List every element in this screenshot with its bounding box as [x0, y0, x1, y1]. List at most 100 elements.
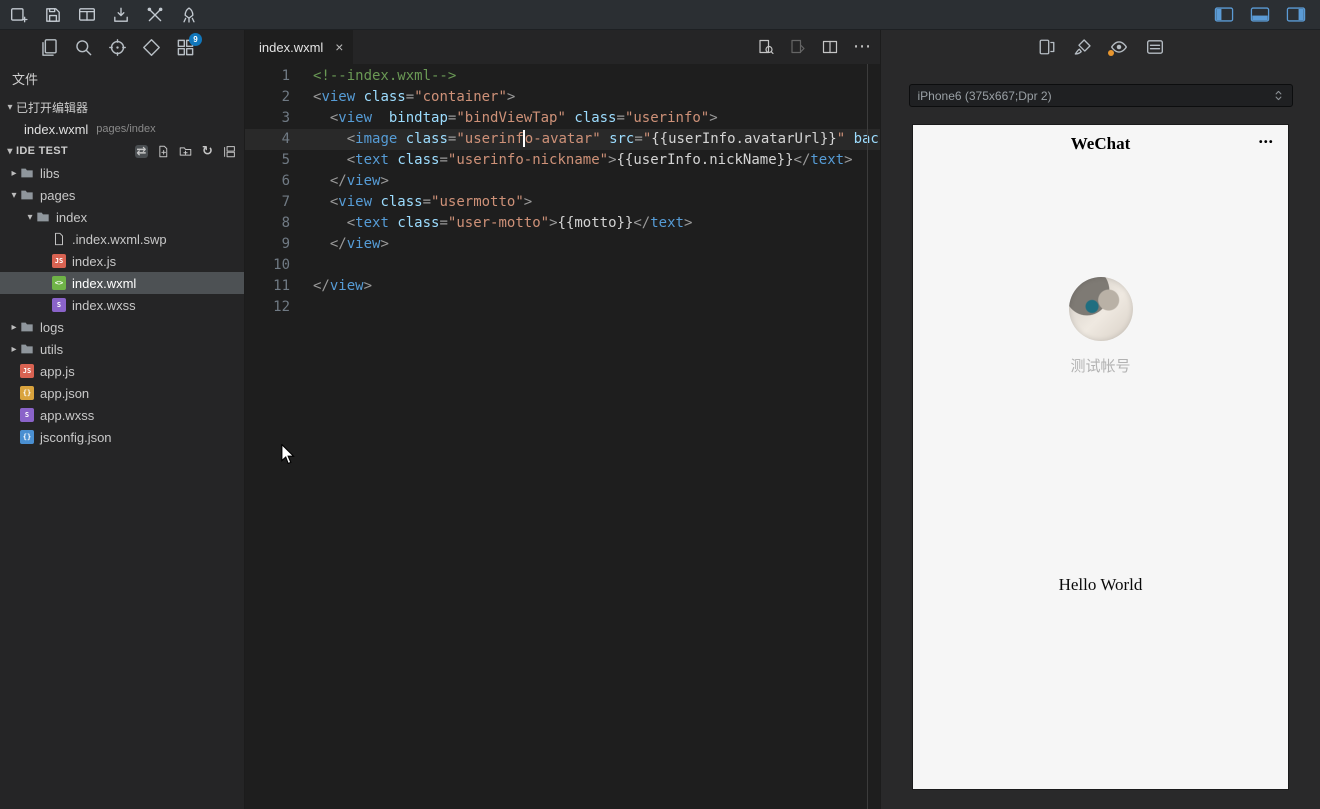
folder-icon — [20, 342, 34, 356]
line-number: 4 — [281, 131, 290, 147]
code-line[interactable]: 3 <view bindtap="bindViewTap" class="use… — [245, 108, 880, 129]
tree-item-label: app.json — [40, 385, 90, 401]
scope-icon[interactable] — [108, 38, 127, 57]
code-text: <view class="container"> — [313, 89, 516, 105]
search-icon[interactable] — [74, 38, 93, 57]
tree-item-pages[interactable]: ▾ pages — [0, 184, 244, 206]
editor-scrollbar[interactable] — [867, 64, 880, 809]
new-file-icon[interactable] — [157, 145, 170, 158]
tree-item-label: index.wxml — [72, 275, 137, 291]
code-line[interactable]: 1 <!--index.wxml--> — [245, 66, 880, 87]
file-icon-wxss: S — [52, 298, 66, 312]
file-icon-wxml: <> — [52, 276, 66, 290]
code-line[interactable]: 7 <view class="usermotto"> — [245, 192, 880, 213]
select-arrows-icon — [1273, 89, 1284, 102]
tree-item-index-wxss[interactable]: Sindex.wxss — [0, 294, 244, 316]
folder-icon — [36, 210, 50, 224]
file-tree: ▸ libs ▾ pages ▾ index .index.wxml.swp JS index.… — [0, 162, 244, 448]
code-line[interactable]: 11 </view> — [245, 276, 880, 297]
line-number: 1 — [281, 68, 290, 84]
user-avatar[interactable] — [1068, 277, 1133, 341]
tree-item-index[interactable]: ▾ index — [0, 206, 244, 228]
explorer-actions: ⇄ ↻ — [135, 144, 236, 158]
layout-toggle-icons — [1214, 7, 1320, 22]
extensions-badge: 9 — [189, 32, 202, 46]
user-nickname[interactable]: 测试帐号 — [913, 355, 1288, 376]
open-editor-name: index.wxml — [24, 121, 89, 137]
new-project-icon[interactable] — [10, 6, 28, 24]
split-editor-icon[interactable] — [822, 39, 838, 55]
page-title: WeChat — [1070, 134, 1131, 153]
toggle-panel-icon[interactable] — [1250, 7, 1270, 22]
console-icon[interactable] — [1146, 38, 1164, 56]
project-label: IDE TEST — [16, 145, 68, 157]
tree-item-label: app.wxss — [40, 407, 95, 423]
download-icon[interactable] — [112, 6, 130, 24]
line-number: 6 — [281, 173, 290, 189]
toggle-sidebar-icon[interactable] — [1214, 7, 1234, 22]
pages-icon[interactable] — [40, 38, 59, 57]
close-icon[interactable]: × — [335, 39, 343, 55]
tree-item-index-js[interactable]: JS index.js — [0, 250, 244, 272]
more-icon[interactable]: ⋯ — [853, 38, 871, 56]
tree-item-jsconfig-json[interactable]: {} jsconfig.json — [0, 426, 244, 448]
tree-item-libs[interactable]: ▸ libs — [0, 162, 244, 184]
tree-item-app-json[interactable]: {} app.json — [0, 382, 244, 404]
chevron-down-icon: ▾ — [27, 211, 33, 223]
tools-icon[interactable] — [146, 6, 164, 24]
code-line[interactable]: 9 </view> — [245, 234, 880, 255]
code-text: </view> — [329, 173, 389, 189]
source-control-icon[interactable] — [142, 38, 161, 57]
simulator-panel: iPhone6 (375x667;Dpr 2) WeChat ••• 测试帐号 … — [880, 30, 1320, 809]
code-line[interactable]: 2 <view class="container"> — [245, 87, 880, 108]
device-selector[interactable]: iPhone6 (375x667;Dpr 2) — [908, 84, 1293, 107]
tree-item-index-wxml-swp[interactable]: .index.wxml.swp — [0, 228, 244, 250]
file-icon-swp — [52, 232, 66, 246]
line-number: 5 — [281, 152, 290, 168]
tree-item-app-js[interactable]: JS app.js — [0, 360, 244, 382]
sidebar: 9 文件 ▾ 已打开编辑器 index.wxml pages/index ▾ I… — [0, 30, 245, 809]
code-line[interactable]: 4 <image class="userinfo-avatar" src="{{… — [245, 129, 880, 150]
sync-icon[interactable]: ⇄ — [135, 144, 148, 158]
refresh-icon[interactable]: ↻ — [201, 145, 214, 158]
extensions-icon[interactable]: 9 — [176, 32, 202, 57]
editor-actions: ⋯ — [758, 30, 880, 64]
chevron-right-icon: ▸ — [11, 167, 17, 179]
line-number: 12 — [273, 299, 290, 315]
open-editors-header[interactable]: ▾ 已打开编辑器 — [0, 96, 244, 118]
tree-item-app-wxss[interactable]: Sapp.wxss — [0, 404, 244, 426]
code-text: <text class="user-motto">{{motto}}</text… — [346, 215, 693, 231]
tree-item-logs[interactable]: ▸ logs — [0, 316, 244, 338]
new-folder-icon[interactable] — [179, 145, 192, 158]
tab-index-wxml[interactable]: index.wxml × — [245, 30, 354, 64]
code-text: <view class="usermotto"> — [329, 194, 533, 210]
code-line[interactable]: 12 — [245, 297, 880, 318]
more-menu[interactable]: ••• — [1259, 137, 1274, 148]
window-preview-icon[interactable] — [78, 6, 96, 24]
open-editor-item[interactable]: index.wxml pages/index — [0, 118, 244, 140]
chevron-down-icon: ▾ — [7, 145, 13, 157]
open-preview-icon[interactable] — [758, 39, 774, 55]
tree-item-index-wxml[interactable]: <> index.wxml — [0, 272, 244, 294]
editor: index.wxml × ⋯ 1 <!--index.wxml--> 2 <view … — [245, 30, 880, 809]
deploy-icon[interactable] — [180, 6, 198, 24]
collapse-all-icon[interactable] — [223, 145, 236, 158]
code-line[interactable]: 6 </view> — [245, 171, 880, 192]
top-toolbar — [0, 0, 1320, 30]
code-line[interactable]: 5 <text class="userinfo-nickname">{{user… — [245, 150, 880, 171]
code-line[interactable]: 8 <text class="user-motto">{{motto}}</te… — [245, 213, 880, 234]
save-icon[interactable] — [44, 6, 62, 24]
chevron-right-icon: ▸ — [11, 343, 17, 355]
toggle-simulator-icon[interactable] — [1286, 7, 1306, 22]
clear-icon[interactable] — [1074, 38, 1092, 56]
compare-icon[interactable] — [790, 39, 806, 55]
project-header[interactable]: ▾ IDE TEST ⇄ ↻ — [0, 140, 244, 162]
inspect-icon[interactable] — [1107, 38, 1128, 56]
code-line[interactable]: 10 — [245, 255, 880, 276]
device-icon[interactable] — [1038, 38, 1056, 56]
code-area[interactable]: 1 <!--index.wxml--> 2 <view class="containe… — [245, 64, 880, 809]
files-label: 文件 — [12, 72, 39, 87]
tree-item-utils[interactable]: ▸ utils — [0, 338, 244, 360]
